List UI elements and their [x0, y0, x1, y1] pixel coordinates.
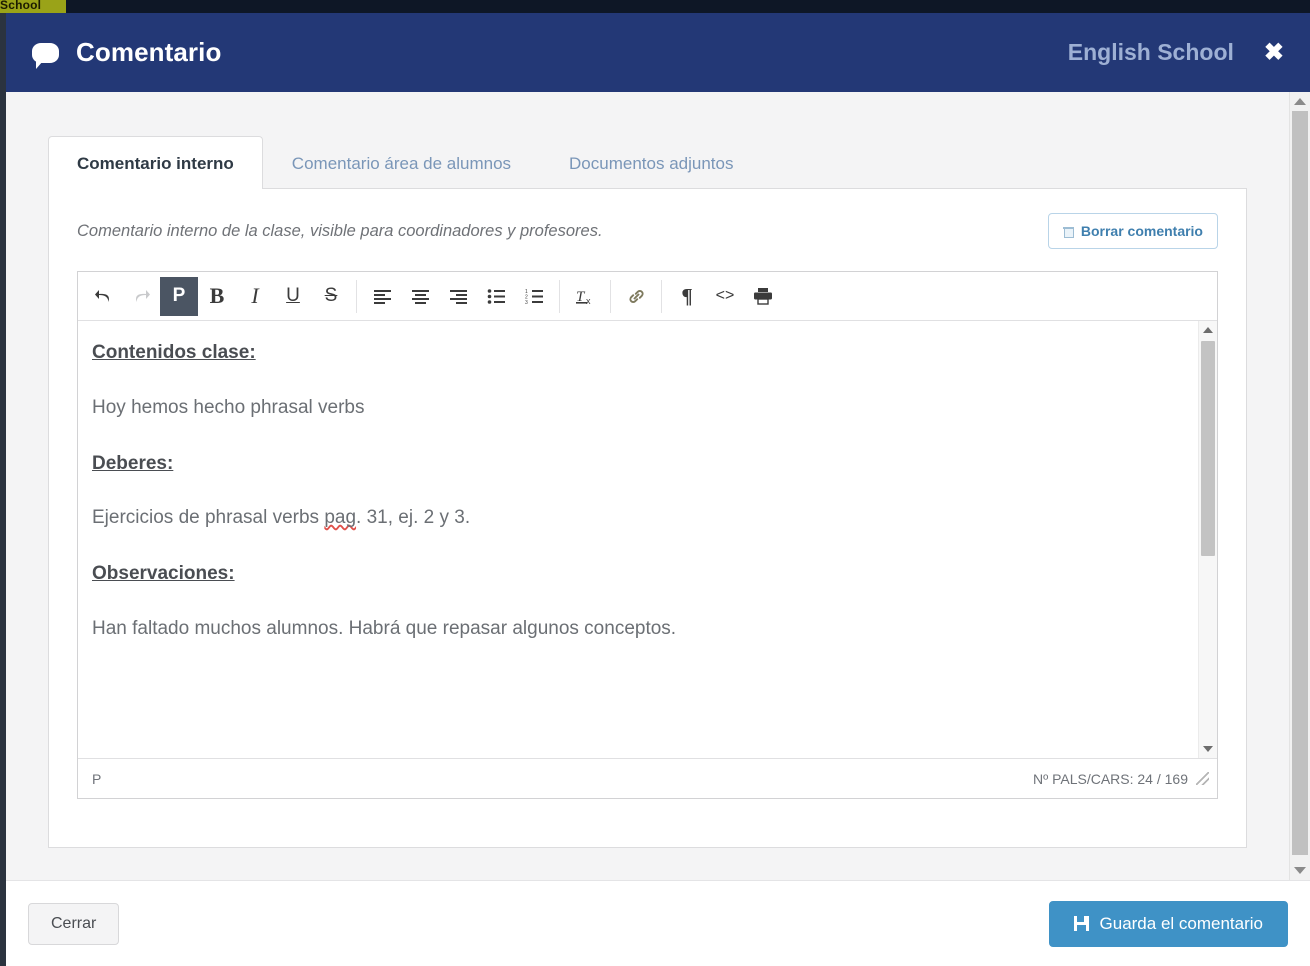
align-right-icon[interactable]	[439, 277, 477, 316]
clear-formatting-icon[interactable]: T x	[566, 277, 604, 316]
editor-resize-grip[interactable]	[1196, 771, 1209, 785]
toolbar-separator	[559, 279, 560, 313]
toolbar-separator	[610, 279, 611, 313]
link-icon[interactable]	[617, 277, 655, 316]
tab-comentario-interno[interactable]: Comentario interno	[48, 136, 263, 189]
align-left-icon[interactable]	[363, 277, 401, 316]
redo-icon[interactable]	[122, 277, 160, 316]
editor-scrollbar[interactable]	[1198, 321, 1217, 758]
toolbar-separator	[356, 279, 357, 313]
rich-text-editor: P B I U S 1 2 3 T x ¶ <> Contenidos clas…	[77, 271, 1218, 799]
close-icon[interactable]: ✖	[1260, 39, 1288, 67]
tab-documentos-adjuntos[interactable]: Documentos adjuntos	[540, 136, 762, 189]
save-comment-button-label: Guarda el comentario	[1099, 913, 1263, 933]
editor-scroll-down-icon[interactable]	[1199, 740, 1218, 758]
modal-header-left: Comentario	[32, 37, 222, 69]
align-center-icon[interactable]	[401, 277, 439, 316]
editor-scroll-up-icon[interactable]	[1199, 321, 1218, 339]
editor-status-right: Nº PALS/CARS: 24 / 169	[1033, 771, 1209, 787]
delete-comment-button[interactable]: Borrar comentario	[1047, 213, 1218, 249]
close-button[interactable]: Cerrar	[28, 902, 120, 945]
modal-title: Comentario	[76, 37, 222, 67]
modal-header-right: English School ✖	[1068, 39, 1288, 67]
comment-bubble-icon	[32, 42, 59, 69]
modal-scroll-thumb[interactable]	[1292, 111, 1308, 855]
misspelled-word: pag	[324, 507, 357, 529]
print-icon[interactable]	[744, 277, 782, 316]
comment-modal: Comentario English School ✖ Comentario i…	[6, 13, 1310, 966]
modal-body-wrap: Comentario interno Comentario área de al…	[6, 92, 1310, 880]
word-char-counter: Nº PALS/CARS: 24 / 169	[1032, 770, 1188, 787]
modal-scrollbar[interactable]	[1289, 92, 1310, 880]
pilcrow-icon[interactable]: ¶	[668, 277, 706, 316]
strikethrough-icon[interactable]: S	[312, 277, 350, 316]
school-name-label: English School	[1067, 39, 1234, 65]
editor-paragraph: Han faltado muchos alumnos. Habrá que re…	[92, 617, 677, 639]
trash-icon	[1062, 225, 1075, 238]
bullet-list-icon[interactable]	[477, 277, 515, 316]
svg-text:3: 3	[525, 300, 528, 304]
tab-bar: Comentario interno Comentario área de al…	[48, 132, 1247, 189]
editor-toolbar: P B I U S 1 2 3 T x ¶ <>	[78, 272, 1217, 321]
toolbar-separator	[661, 279, 662, 313]
underline-icon[interactable]: U	[274, 277, 312, 316]
editor-paragraph: Ejercicios de phrasal verbs pag. 31, ej.…	[92, 506, 1172, 530]
tab-panel-comentario-interno: Comentario interno de la clase, visible …	[48, 188, 1247, 848]
panel-header: Comentario interno de la clase, visible …	[77, 213, 1218, 249]
background-school-tag: School	[0, 0, 66, 13]
bold-icon[interactable]: B	[198, 277, 236, 316]
modal-body: Comentario interno Comentario área de al…	[6, 92, 1289, 880]
paragraph-format-button[interactable]: P	[160, 276, 198, 316]
undo-icon[interactable]	[84, 277, 122, 316]
editor-scroll-thumb[interactable]	[1201, 341, 1215, 556]
modal-scroll-down-icon[interactable]	[1290, 861, 1310, 880]
delete-comment-button-label: Borrar comentario	[1080, 223, 1203, 239]
editor-paragraph: Hoy hemos hecho phrasal verbs	[92, 396, 365, 418]
editor-paragraph: Deberes:	[92, 452, 174, 474]
modal-scroll-up-icon[interactable]	[1290, 92, 1310, 111]
modal-footer: Cerrar Guarda el comentario	[6, 880, 1310, 966]
tab-comentario-area-alumnos[interactable]: Comentario área de alumnos	[263, 136, 540, 189]
editor-scroll-track[interactable]	[1199, 339, 1217, 740]
save-comment-button[interactable]: Guarda el comentario	[1048, 900, 1288, 947]
editor-paragraph: Observaciones:	[92, 563, 235, 584]
editor-area: Contenidos clase: Hoy hemos hecho phrasa…	[78, 321, 1217, 758]
modal-header: Comentario English School ✖	[6, 13, 1310, 92]
editor-text: . 31, ej. 2 y 3.	[356, 507, 471, 529]
panel-description: Comentario interno de la clase, visible …	[77, 221, 603, 240]
editor-element-path: P	[92, 770, 102, 787]
editor-content[interactable]: Contenidos clase: Hoy hemos hecho phrasa…	[78, 321, 1198, 758]
source-code-icon[interactable]: <>	[706, 277, 744, 316]
italic-icon[interactable]: I	[236, 277, 274, 316]
numbered-list-icon[interactable]: 1 2 3	[515, 277, 553, 316]
modal-scroll-track[interactable]	[1290, 111, 1310, 861]
svg-text:x: x	[586, 296, 591, 306]
editor-status-bar: P Nº PALS/CARS: 24 / 169	[78, 758, 1217, 798]
save-floppy-icon	[1073, 916, 1089, 931]
editor-text: Ejercicios de phrasal verbs	[92, 507, 325, 529]
editor-paragraph: Contenidos clase:	[92, 342, 256, 363]
